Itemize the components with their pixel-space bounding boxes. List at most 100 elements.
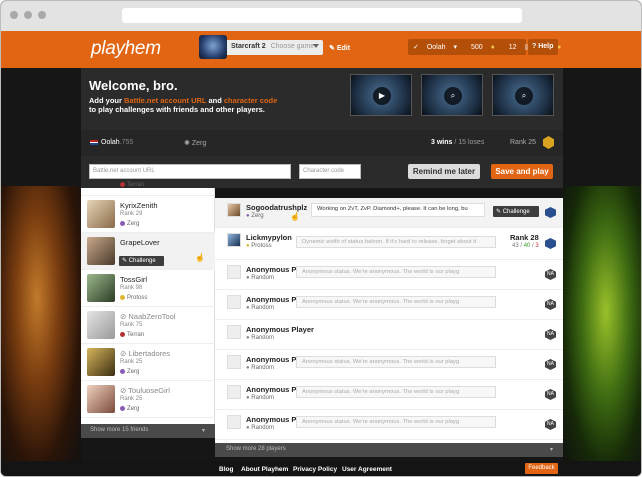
footer-agreement-link[interactable]: User Agreement xyxy=(342,466,392,473)
player-row[interactable]: Anonymous Player ● Random Anonymous stat… xyxy=(215,350,563,380)
player-row[interactable]: Anonymous Player ● Random Anonymous stat… xyxy=(215,260,563,290)
logo[interactable]: playhem xyxy=(91,38,161,60)
help-icon: ? xyxy=(532,43,537,50)
friend-item[interactable]: Terran xyxy=(81,168,215,196)
user-bar[interactable]: ✓ Oolah ▾ 500 ● 12 ▤ 0 ● xyxy=(408,39,561,55)
wins: 3 wins xyxy=(431,139,453,146)
window-zoom-dot[interactable] xyxy=(38,11,46,19)
rank-label: Rank 25 xyxy=(510,139,537,146)
player-rank: Rank 28 xyxy=(510,233,539,242)
player-row[interactable]: Anonymous Player ● Random Anonymous stat… xyxy=(215,380,563,410)
na-badge: NA xyxy=(545,419,556,430)
anonymous-avatar-icon xyxy=(227,355,241,369)
avatar xyxy=(87,200,115,228)
screenshot-thumbnail[interactable]: ⌕ xyxy=(492,74,554,116)
footer: Blog About Playhem Privacy Policy User A… xyxy=(1,461,641,476)
friend-name-text: NaabZeroTool xyxy=(128,312,176,321)
friend-item[interactable]: KyrixZenith Rank 29 Zerg xyxy=(81,196,215,233)
race-label: Protoss xyxy=(127,295,148,301)
friend-race: Zerg xyxy=(120,406,139,412)
na-badge: NA xyxy=(545,329,556,340)
stat-race: ✺ Zerg xyxy=(184,139,206,147)
zerg-icon: ● xyxy=(246,213,250,219)
challenge-button[interactable]: ✎ Challenge xyxy=(119,256,164,266)
race-label: Terran xyxy=(127,182,145,188)
league-badge-icon xyxy=(545,238,556,249)
character-code-link[interactable]: character code xyxy=(224,96,277,105)
challenge-button[interactable]: ✎ Challenge xyxy=(493,206,539,217)
friend-race: Protoss xyxy=(120,295,147,301)
friend-name: ⊘ NaabZeroTool xyxy=(120,312,176,321)
race-label: Zerg xyxy=(191,140,207,147)
random-icon: ● xyxy=(246,335,250,341)
footer-blog-link[interactable]: Blog xyxy=(219,466,233,473)
coins[interactable]: 500 ● xyxy=(471,44,501,51)
random-icon: ● xyxy=(246,305,250,311)
race-label: Protoss xyxy=(251,243,272,249)
show-more-friends-button[interactable]: Show more 15 friends ▾ xyxy=(81,424,215,438)
character-code-input[interactable]: Character code xyxy=(299,164,361,179)
protoss-icon xyxy=(120,295,125,300)
friend-name: ⊘ TouluoseGirl xyxy=(120,386,170,395)
player-race: ● Random xyxy=(246,305,274,311)
help-button[interactable]: ? Help xyxy=(528,39,558,55)
show-more-label: Show more 28 players xyxy=(226,446,286,452)
remind-later-button[interactable]: Remind me later xyxy=(408,164,480,179)
choose-game-label: Choose game xyxy=(270,43,315,50)
hand-cursor-icon: ☝ xyxy=(290,212,300,221)
video-thumbnail[interactable]: ▶ xyxy=(350,74,412,116)
player-race: ● Random xyxy=(246,335,274,341)
player-row[interactable]: Lickmypylon ● Protoss Dynamic width of s… xyxy=(215,228,563,260)
left-background-art xyxy=(1,186,81,466)
friend-rank: Rank 29 xyxy=(120,211,143,217)
us-flag-icon xyxy=(90,140,98,145)
friend-race: Zerg xyxy=(120,369,139,375)
friend-item-hover[interactable]: GrapeLover ✎ Challenge ☝ xyxy=(81,233,215,270)
window-close-dot[interactable] xyxy=(10,11,18,19)
footer-privacy-link[interactable]: Privacy Policy xyxy=(293,466,337,473)
window-minimize-dot[interactable] xyxy=(24,11,32,19)
avatar xyxy=(87,311,115,339)
player-race: ● Protoss xyxy=(246,243,272,249)
save-and-play-button[interactable]: Save and play xyxy=(491,164,553,179)
user-menu[interactable]: ✓ Oolah ▾ xyxy=(413,44,463,51)
protoss-icon: ● xyxy=(246,243,250,249)
welcome-text: and xyxy=(206,96,224,105)
friend-item[interactable]: ⊘ Libertadores Rank 25 Zerg xyxy=(81,344,215,381)
edit-link[interactable]: ✎ Edit xyxy=(329,44,350,52)
friend-item[interactable]: ⊘ NaabZeroTool Rank 75 Terran xyxy=(81,307,215,344)
message-count: 12 xyxy=(508,44,517,51)
player-row[interactable]: Anonymous Player ● Random NA xyxy=(215,320,563,350)
player-row[interactable]: Anonymous Player ● Random Anonymous stat… xyxy=(215,290,563,320)
footer-about-link[interactable]: About Playhem xyxy=(241,466,288,473)
browser-window: playhem Starcraft 2 Choose game ✎ Edit ✓… xyxy=(0,0,642,477)
challenge-label: Challenge xyxy=(502,209,530,215)
player-row[interactable]: Sogoodatrushplz ● Zerg ☝ Working on ZvT,… xyxy=(215,198,563,228)
battlenet-url-link[interactable]: Battle.net account URL xyxy=(124,96,206,105)
player-name: Sogoodatrushplz xyxy=(246,203,308,212)
zoom-icon: ⌕ xyxy=(515,87,533,105)
friend-race: Zerg xyxy=(120,221,139,227)
race-label: Zerg xyxy=(251,213,264,219)
friend-item[interactable]: TossGirl Rank 98 Protoss xyxy=(81,270,215,307)
screenshot-thumbnail[interactable]: ⌕ xyxy=(421,74,483,116)
anonymous-avatar-icon xyxy=(227,265,241,279)
feedback-button[interactable]: Feedback xyxy=(525,463,558,474)
chevron-down-icon: ▾ xyxy=(549,447,553,453)
edit-label: Edit xyxy=(336,45,351,52)
friend-item[interactable]: ⊘ TouluoseGirl Rank 25 Zerg xyxy=(81,381,215,418)
player-row[interactable]: Anonymous Playe ● Random Anonymous statu… xyxy=(215,410,563,440)
zerg-icon xyxy=(120,369,125,374)
show-more-players-button[interactable]: Show more 28 players ▾ xyxy=(215,443,563,457)
player-name: Lickmypylon xyxy=(246,233,292,242)
game-selector[interactable]: Starcraft 2 Choose game xyxy=(227,40,323,55)
race-label: Zerg xyxy=(127,406,140,412)
chevron-down-icon: ▾ xyxy=(201,428,205,434)
friend-name: ⊘ Libertadores xyxy=(120,349,170,358)
address-bar[interactable] xyxy=(122,8,522,23)
score-wins: 43 xyxy=(512,243,519,249)
na-badge: NA xyxy=(545,299,556,310)
stats-bar: Oolah.755 ✺ Zerg 3 wins / 15 loses Rank … xyxy=(81,130,563,156)
game-avatar xyxy=(199,35,227,59)
help-label: Help xyxy=(538,43,554,50)
